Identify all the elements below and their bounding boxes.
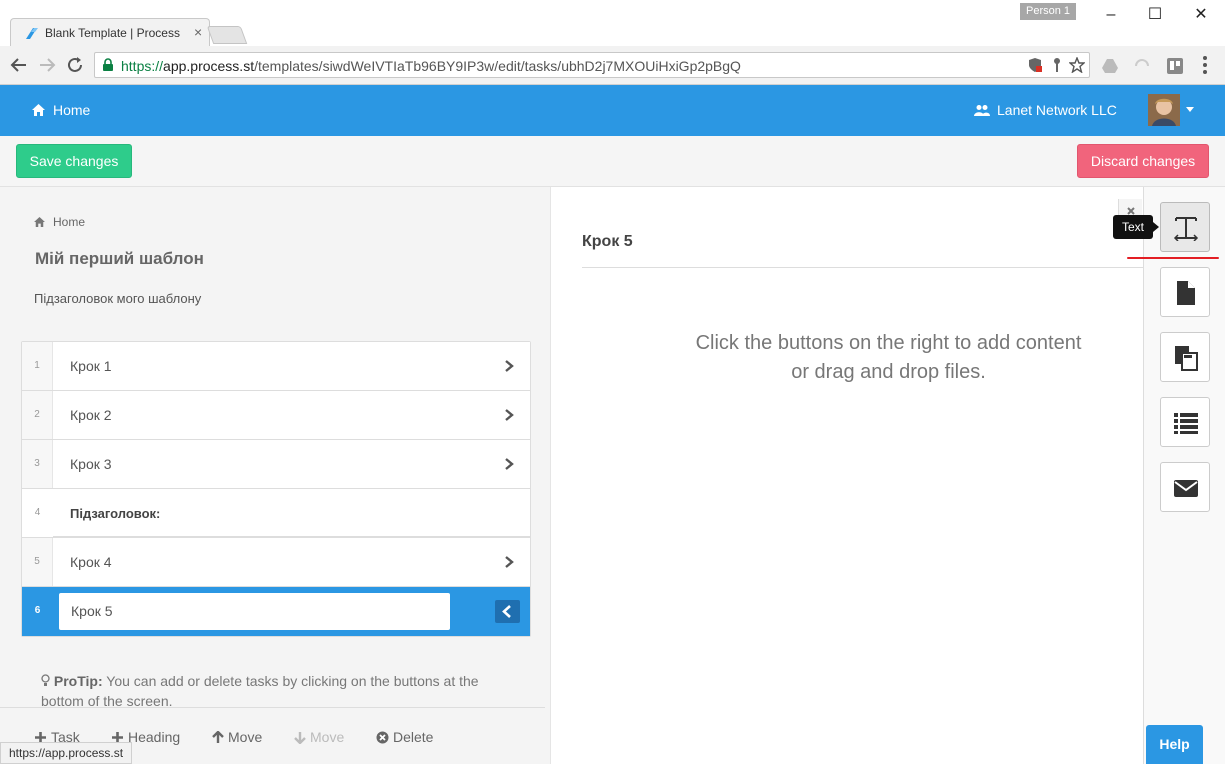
chevron-right-icon [505,556,514,568]
list-icon [1174,413,1198,434]
forward-arrow-icon[interactable] [36,54,58,76]
heading-name: Підзаголовок: [70,506,161,521]
browser-titlebar: Blank Template | Process × Person 1 – ☐ … [0,0,1225,46]
empty-content-hint: Click the buttons on the right to add co… [651,329,1126,387]
chevron-right-icon [505,360,514,372]
file-icon [1177,281,1195,305]
arrow-up-icon [212,730,224,743]
add-text-button[interactable] [1160,202,1210,252]
nav-home-link[interactable]: Home [32,102,90,118]
task-number: 1 [22,342,53,390]
edit-action-bar: Save changes Discard changes [0,136,1225,187]
task-editor: Крок 5 Click the buttons on the right to… [550,187,1144,764]
address-bar[interactable]: https://app.process.st/templates/siwdWeI… [94,52,1090,78]
chevron-right-icon [505,409,514,421]
widget-toolbar [1143,187,1225,764]
reload-icon[interactable] [64,54,86,76]
breadcrumb[interactable]: Home [34,215,85,229]
task-list-panel: Home Мій перший шаблон Підзаголовок мого… [0,187,550,764]
add-file-button[interactable] [1160,267,1210,317]
drive-extension-icon[interactable] [1101,57,1119,75]
task-number: 3 [22,440,53,488]
home-icon [32,104,45,116]
heading-row[interactable]: 4 Підзаголовок: [22,489,530,538]
save-changes-button[interactable]: Save changes [16,144,132,178]
trello-extension-icon[interactable] [1166,57,1184,75]
task-row[interactable]: 5 Крок 4 [22,538,530,587]
close-window-icon[interactable]: ✕ [1186,4,1216,26]
lock-icon [103,58,113,71]
url-text: https://app.process.st/templates/siwdWeI… [121,58,741,74]
browser-status-bar: https://app.process.st [0,742,133,764]
chevron-down-icon[interactable] [1186,107,1194,112]
chevron-left-icon [502,605,511,618]
step-title[interactable]: Крок 5 [582,233,633,251]
task-name-input[interactable]: Крок 5 [59,593,450,630]
task-name: Крок 4 [70,554,112,570]
browser-toolbar: https://app.process.st/templates/siwdWeI… [0,46,1225,85]
collapse-task-button[interactable] [495,600,520,623]
move-up-button[interactable]: Move [212,729,262,745]
bookmark-star-icon[interactable] [1069,57,1085,73]
protip-text: You can add or delete tasks by clicking … [41,673,479,709]
browser-menu-icon[interactable] [1203,56,1207,74]
template-subtitle[interactable]: Підзаголовок мого шаблону [34,291,201,306]
title-divider [582,267,1144,268]
text-icon [1173,217,1199,241]
task-number: 4 [22,489,53,537]
hint-line-1: Click the buttons on the right to add co… [695,332,1082,354]
arrow-down-icon [294,731,306,744]
hint-line-2: or drag and drop files. [791,361,986,383]
key-icon[interactable] [1049,57,1065,73]
lightbulb-icon [41,674,50,686]
tab-close-icon[interactable]: × [194,24,202,40]
envelope-icon [1174,480,1198,497]
task-name: Крок 2 [70,407,112,423]
help-button[interactable]: Help [1146,725,1203,764]
process-street-logo-icon [26,28,38,39]
protip: ProTip: You can add or delete tasks by c… [41,671,511,711]
profile-badge[interactable]: Person 1 [1020,3,1076,20]
minimize-icon[interactable]: – [1096,4,1126,26]
browser-tab[interactable]: Blank Template | Process × [10,18,210,46]
users-icon [974,104,990,116]
task-name: Крок 1 [70,358,112,374]
template-title[interactable]: Мій перший шаблон [35,249,204,269]
user-avatar[interactable] [1148,94,1180,126]
org-name: Lanet Network LLC [997,102,1117,118]
task-row[interactable]: 2 Крок 2 [22,391,530,440]
home-icon [34,217,45,227]
org-switcher[interactable]: Lanet Network LLC [974,102,1117,118]
add-page-button[interactable] [1160,332,1210,382]
text-tooltip: Text [1113,215,1160,239]
sync-extension-icon[interactable] [1133,57,1151,75]
new-tab-button[interactable] [206,26,248,44]
breadcrumb-home: Home [53,215,86,229]
task-row[interactable]: 3 Крок 3 [22,440,530,489]
chevron-right-icon [505,458,514,470]
task-row[interactable]: 1 Крок 1 [22,342,530,391]
maximize-icon[interactable]: ☐ [1140,4,1170,26]
move-down-button[interactable]: Move [294,729,344,745]
task-number: 5 [22,538,53,586]
nav-home-label: Home [53,102,91,118]
add-list-button[interactable] [1160,397,1210,447]
delete-task-button[interactable]: Delete [376,729,433,745]
annotation-underline [1127,257,1219,259]
shield-icon[interactable] [1027,57,1043,73]
task-row-active[interactable]: 6 Крок 5 [22,587,530,636]
task-list: 1 Крок 1 2 Крок 2 3 Крок 3 4 Підзаголово… [21,341,531,637]
app-top-nav: Home Lanet Network LLC [0,85,1225,136]
times-circle-icon [376,731,389,743]
copy-icon [1175,346,1198,371]
task-name: Крок 3 [70,456,112,472]
back-arrow-icon[interactable] [8,54,30,76]
protip-label: ProTip: [53,673,103,689]
add-email-button[interactable] [1160,462,1210,512]
task-number: 2 [22,391,53,439]
tab-title: Blank Template | Process [45,26,180,40]
task-number: 6 [22,587,53,635]
discard-changes-button[interactable]: Discard changes [1077,144,1209,178]
